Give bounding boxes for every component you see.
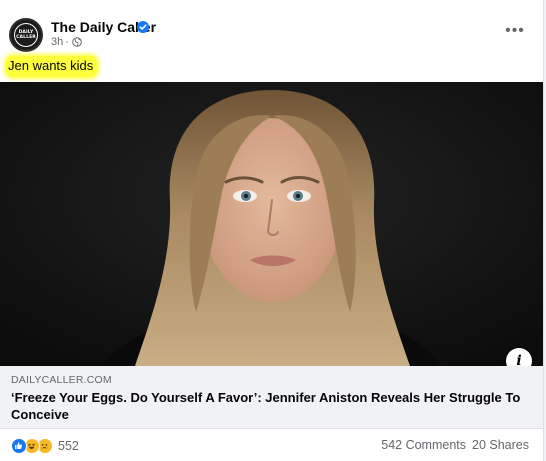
meta-separator: ·: [65, 36, 69, 48]
post-card: DAILY CALLER The Daily Caller 3h · ••• J…: [0, 0, 544, 461]
link-preview[interactable]: DAILYCALLER.COM ‘Freeze Your Eggs. Do Yo…: [0, 366, 543, 428]
more-options-icon: •••: [505, 22, 525, 39]
engagement-bar: 552 542 Comments 20 Shares: [0, 428, 543, 461]
link-title: ‘Freeze Your Eggs. Do Yourself A Favor’:…: [11, 390, 521, 422]
reactions-summary[interactable]: 552: [11, 438, 79, 454]
page-avatar[interactable]: DAILY CALLER: [9, 18, 43, 52]
engagement-stats: 542 Comments 20 Shares: [381, 438, 529, 452]
link-domain: DAILYCALLER.COM: [11, 374, 112, 386]
globe-icon[interactable]: [72, 37, 82, 47]
comments-link[interactable]: 542 Comments: [381, 438, 466, 452]
verified-badge-icon: [137, 21, 149, 33]
post-timestamp[interactable]: 3h: [51, 36, 63, 48]
shares-link[interactable]: 20 Shares: [472, 438, 529, 452]
portrait-illustration: [0, 82, 543, 366]
post-header: DAILY CALLER The Daily Caller 3h · •••: [0, 0, 543, 56]
post-caption: Jen wants kids: [6, 56, 98, 77]
post-meta: 3h ·: [51, 36, 82, 48]
more-options-button[interactable]: •••: [502, 22, 528, 40]
info-icon: i: [516, 353, 522, 366]
reaction-count: 552: [58, 439, 79, 453]
avatar-text-line2: CALLER: [16, 35, 36, 40]
like-icon: [11, 438, 27, 454]
daily-caller-logo: DAILY CALLER: [14, 23, 38, 47]
article-photo[interactable]: i: [0, 82, 543, 366]
